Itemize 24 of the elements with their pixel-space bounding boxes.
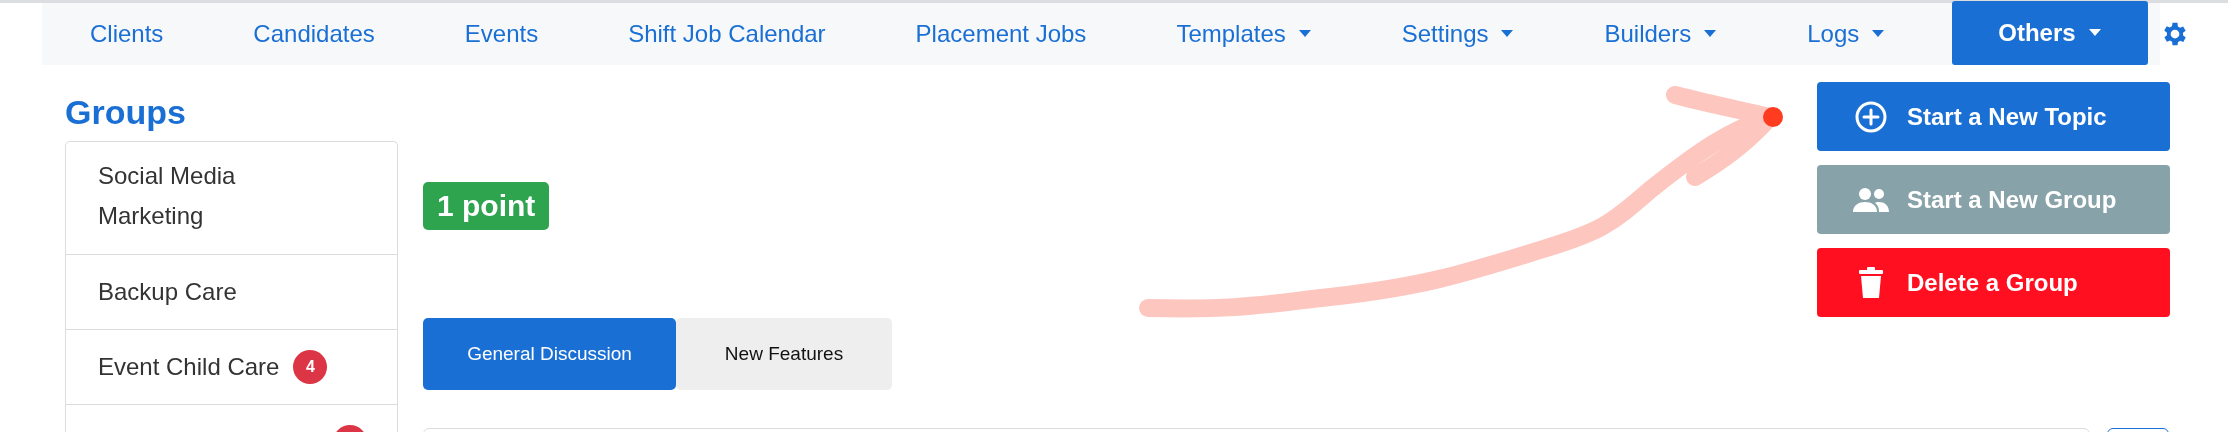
nav-link[interactable]: Logs bbox=[1762, 3, 1931, 65]
count-badge: 4 bbox=[293, 350, 328, 384]
people-icon bbox=[1852, 185, 1890, 214]
nav-link[interactable]: Placement Jobs bbox=[870, 3, 1132, 65]
tab[interactable]: General Discussion bbox=[423, 318, 676, 390]
new-topic-button[interactable]: Start a New Topic bbox=[1817, 82, 2170, 151]
new-group-button[interactable]: Start a New Group bbox=[1817, 165, 2170, 234]
plus-circle-icon bbox=[1854, 99, 1888, 134]
points-badge: 1 point bbox=[423, 182, 550, 230]
nav-link[interactable]: Events bbox=[419, 3, 584, 65]
nav-link[interactable]: Settings bbox=[1356, 3, 1560, 65]
nav-link[interactable]: Builders bbox=[1559, 3, 1763, 65]
nav-link[interactable]: Templates bbox=[1131, 3, 1357, 65]
group-list-item[interactable]: Social Media Marketing bbox=[66, 142, 397, 255]
group-list-item[interactable]: Event Child Care 4 bbox=[66, 330, 397, 405]
group-list-item[interactable]: Backup Care bbox=[66, 255, 397, 330]
nav-link[interactable]: Clients bbox=[42, 3, 209, 65]
trash-icon bbox=[1859, 266, 1883, 299]
nav-link[interactable]: Others bbox=[1952, 1, 2148, 65]
page-title: Groups bbox=[65, 92, 187, 133]
delete-group-button[interactable]: Delete a Group bbox=[1817, 248, 2170, 317]
tab[interactable]: New Features bbox=[676, 318, 892, 390]
nav-link[interactable]: Shift Job Calendar bbox=[583, 3, 871, 65]
nav-link[interactable]: Candidates bbox=[208, 3, 420, 65]
